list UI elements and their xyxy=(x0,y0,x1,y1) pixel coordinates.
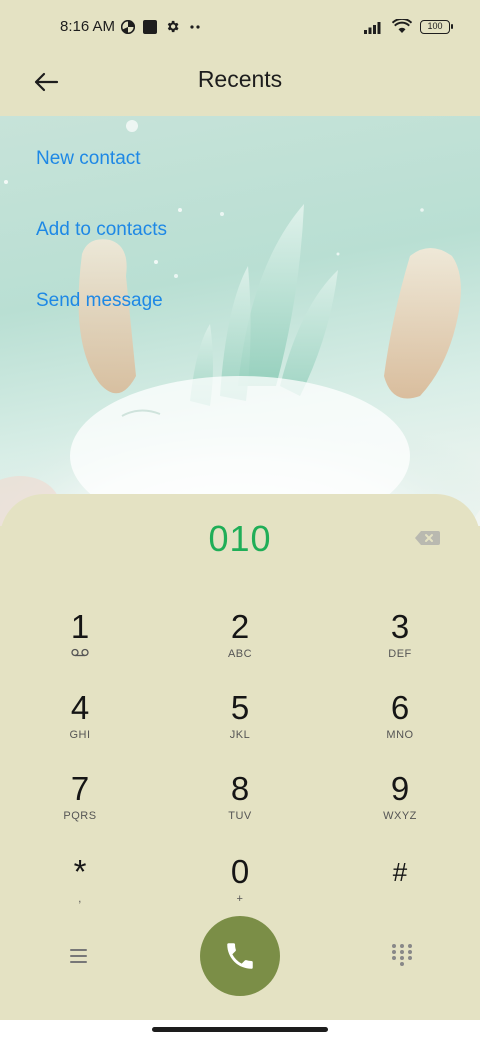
key-digit: * xyxy=(73,853,87,890)
key-7[interactable]: 7 PQRS xyxy=(20,770,140,846)
key-4[interactable]: 4 GHI xyxy=(20,689,140,765)
key-digit: 4 xyxy=(70,689,90,726)
square-notification-icon xyxy=(143,19,157,34)
status-right-icons: 100 xyxy=(364,19,453,34)
key-digit: 1 xyxy=(70,608,90,645)
dialpad-toggle-button[interactable] xyxy=(390,944,414,968)
add-to-contacts-link[interactable]: Add to contacts xyxy=(36,219,167,241)
header: Recents xyxy=(0,56,480,116)
phone-icon xyxy=(227,943,253,969)
status-time: 8:16 AM xyxy=(60,18,116,35)
new-contact-link[interactable]: New contact xyxy=(36,148,141,170)
key-letters: PQRS xyxy=(63,810,97,822)
key-letters: JKL xyxy=(229,729,251,741)
send-message-link[interactable]: Send message xyxy=(36,290,163,312)
home-indicator[interactable] xyxy=(152,1027,328,1032)
key-letters: , xyxy=(78,893,82,905)
key-letters: DEF xyxy=(388,648,412,660)
key-1[interactable]: 1 xyxy=(20,608,140,684)
page-title: Recents xyxy=(197,66,283,92)
menu-icon-line xyxy=(69,949,87,951)
key-letters: + xyxy=(236,893,244,905)
menu-button[interactable] xyxy=(64,942,92,970)
signal-icon xyxy=(364,21,381,34)
creature-illustration xyxy=(0,120,480,526)
key-3[interactable]: 3 DEF xyxy=(340,608,460,684)
key-digit: 7 xyxy=(70,770,90,807)
wifi-icon xyxy=(392,19,412,33)
backspace-button[interactable] xyxy=(412,527,442,549)
key-5[interactable]: 5 JKL xyxy=(180,689,300,765)
key-6[interactable]: 6 MNO xyxy=(340,689,460,765)
voicemail-icon xyxy=(20,648,140,660)
key-digit: 5 xyxy=(230,689,250,726)
key-8[interactable]: 8 TUV xyxy=(180,770,300,846)
data-saver-icon xyxy=(121,19,135,34)
key-letters: GHI xyxy=(69,729,91,741)
key-star[interactable]: * , xyxy=(20,853,140,929)
key-hash[interactable]: # xyxy=(340,853,460,929)
key-letters: WXYZ xyxy=(383,810,417,822)
navigation-bar xyxy=(0,1020,480,1040)
key-letters: TUV xyxy=(228,810,252,822)
key-digit: 9 xyxy=(390,770,410,807)
call-button[interactable] xyxy=(200,916,280,996)
key-2[interactable]: 2 ABC xyxy=(180,608,300,684)
key-9[interactable]: 9 WXYZ xyxy=(340,770,460,846)
key-letters: MNO xyxy=(386,729,414,741)
dialed-number: 010 xyxy=(208,518,272,559)
settings-gear-icon xyxy=(167,20,179,33)
menu-icon-line xyxy=(69,955,87,957)
backspace-icon xyxy=(415,531,440,545)
key-digit: 8 xyxy=(230,770,250,807)
key-digit: 6 xyxy=(390,689,410,726)
background-artwork: New contact Add to contacts Send message xyxy=(0,116,480,526)
key-digit: 0 xyxy=(230,853,250,890)
key-digit: 3 xyxy=(390,608,410,645)
key-letters: ABC xyxy=(227,648,253,660)
key-digit: 2 xyxy=(230,608,250,645)
menu-icon-line xyxy=(69,961,87,963)
status-bar: 8:16 AM 100 xyxy=(0,0,480,56)
battery-icon: 100 xyxy=(420,19,453,34)
more-dots-icon xyxy=(190,24,200,29)
key-digit: # xyxy=(392,857,408,887)
status-left-icons xyxy=(121,19,202,34)
